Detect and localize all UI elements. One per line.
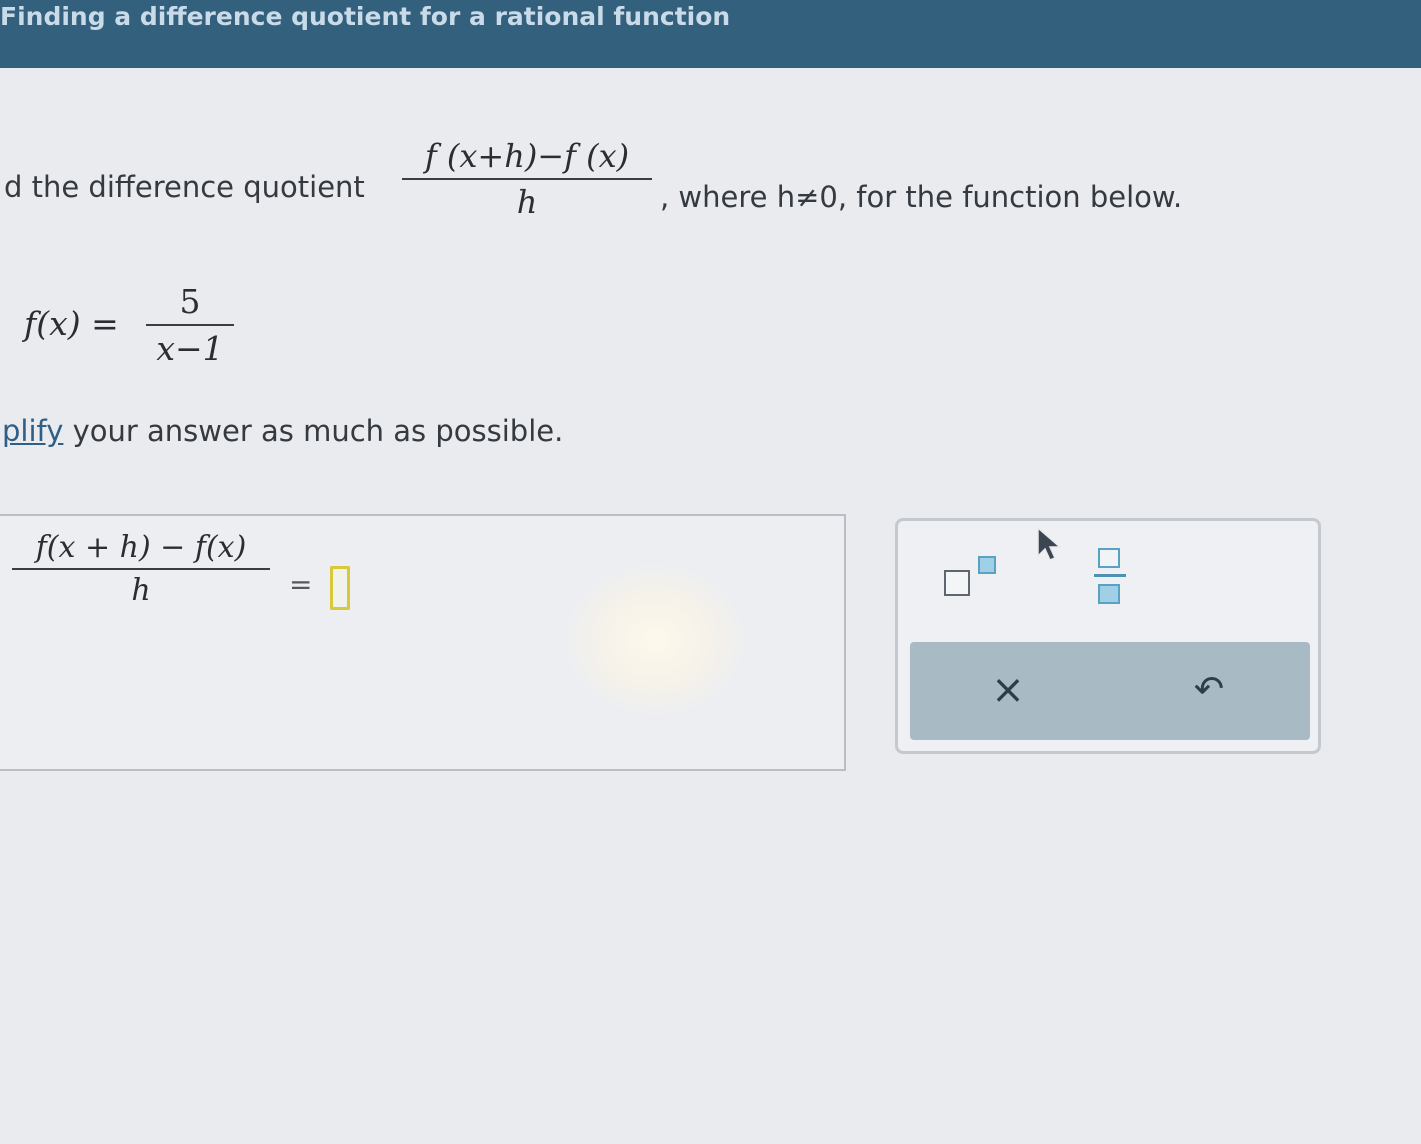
header-bar: Finding a difference quotient for a rati… [0,0,1421,68]
fraction-icon [1098,548,1120,568]
function-numerator: 5 [179,282,201,321]
function-denominator: x−1 [156,329,224,368]
page: Finding a difference quotient for a rati… [0,0,1421,1144]
clear-button[interactable]: × [985,664,1031,716]
answer-input[interactable] [330,566,350,610]
fraction-button[interactable] [1090,546,1130,612]
mouse-cursor-icon [1037,526,1063,561]
fraction-icon-bar [1094,574,1126,577]
answer-lhs-numerator: f(x + h) − f(x) [35,530,247,565]
superscript-exponent-box [978,556,996,574]
function-fraction: 5 x−1 [146,282,234,368]
simplify-text: your answer as much as possible. [63,414,564,448]
fraction-bar [146,324,234,326]
undo-button[interactable]: ↶ [1186,664,1232,716]
fraction-bar [402,178,652,180]
simplify-link[interactable]: plify [2,414,63,448]
answer-lhs-fraction: f(x + h) − f(x) h [12,530,270,608]
instruction-tail: , where h≠0, for the function below. [660,180,1183,214]
superscript-button[interactable] [940,552,1002,602]
function-lhs: f(x) = [24,304,119,343]
equals-sign: = [289,568,313,601]
quotient-numerator: f (x+h)−f (x) [424,137,630,175]
page-title: Finding a difference quotient for a rati… [0,2,731,31]
quotient-denominator: h [516,183,538,221]
difference-quotient-fraction: f (x+h)−f (x) h [402,137,652,221]
answer-lhs-denominator: h [131,573,151,608]
instruction-lead: d the difference quotient [4,170,365,204]
superscript-icon [944,570,970,596]
fraction-bar [12,568,270,570]
palette-action-bar [910,642,1310,740]
fraction-icon-denominator [1098,584,1120,604]
simplify-instruction: plify your answer as much as possible. [2,414,563,448]
